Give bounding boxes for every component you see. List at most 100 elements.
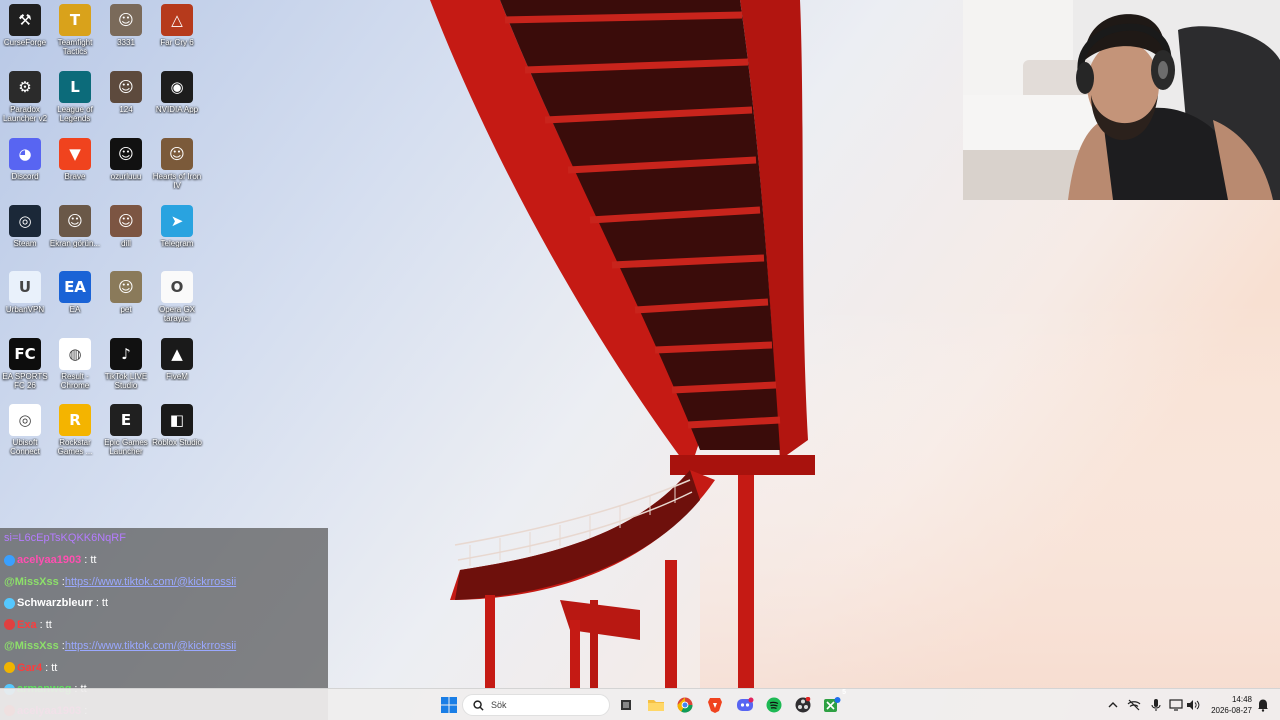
chat-badge-icon: [4, 662, 15, 673]
chat-username: @MissXss: [4, 575, 59, 588]
app-icon: ▲: [161, 338, 193, 370]
chrome-button[interactable]: [673, 693, 697, 717]
desktop-icon-label: Ekran görün...: [49, 239, 101, 248]
desktop-icon[interactable]: ◍ Result - Chrome: [50, 338, 100, 402]
chat-message-text: : tt: [45, 661, 58, 674]
chat-header-text: si=L6cEpTsKQKK6NqRF: [4, 532, 126, 544]
monitor-icon: [1169, 699, 1183, 711]
desktop-icon-label: 124: [119, 105, 133, 114]
desktop-icon[interactable]: ◕ Discord: [0, 138, 50, 202]
desktop-icon-label: CurseForge: [3, 38, 47, 47]
desktop-icon-label: Result - Chrome: [60, 372, 90, 390]
discord-button[interactable]: [733, 693, 757, 717]
search-icon: [473, 699, 484, 711]
desktop-icon[interactable]: ☺ pet: [101, 271, 151, 335]
discord-icon: [737, 697, 754, 711]
obs-button[interactable]: [791, 693, 815, 717]
app-icon: L: [59, 71, 91, 103]
app-icon: ◎: [9, 404, 41, 436]
desktop-icon[interactable]: ☺ Ekran görün...: [50, 205, 100, 269]
chat-username: Exa: [17, 618, 37, 631]
file-explorer-button[interactable]: [644, 693, 668, 717]
app-icon: ⚙: [9, 71, 41, 103]
chat-message: Exa: tt: [4, 615, 52, 635]
task-view-button[interactable]: [614, 693, 638, 717]
app-icon: ⚒: [9, 4, 41, 36]
desktop-icon[interactable]: ☺ dill: [101, 205, 151, 269]
chat-message-link[interactable]: https://www.tiktok.com/@kickrrossii: [65, 576, 236, 588]
desktop-icon[interactable]: T Teamfight Tactics: [50, 4, 100, 68]
desktop-icon[interactable]: ◎ Steam: [0, 205, 50, 269]
search-placeholder: Sök: [491, 700, 507, 710]
app-icon: ☺: [110, 138, 142, 170]
desktop-icon[interactable]: ⚙ Paradox Launcher v2: [0, 71, 50, 135]
desktop-icon[interactable]: ☺ 3331: [101, 4, 151, 68]
display-button[interactable]: [1168, 697, 1184, 713]
desktop-icon-label: FiveM: [166, 372, 188, 381]
show-hidden-icons-button[interactable]: [1105, 697, 1121, 713]
system-clock[interactable]: 14:48 2026-08-27: [1206, 694, 1252, 716]
spotify-button[interactable]: [762, 693, 786, 717]
desktop-icon-label: Rockstar Games ...: [57, 438, 93, 456]
taskbar-search-box[interactable]: Sök: [462, 694, 610, 716]
xbox-button[interactable]: 5: [820, 689, 846, 717]
desktop-icon-label: Teamfight Tactics: [57, 38, 93, 56]
desktop-icon[interactable]: EA EA: [50, 271, 100, 335]
desktop-icon[interactable]: ♪ TikTok LIVE Studio: [101, 338, 151, 402]
desktop-icon-label: Ubisoft Connect: [10, 438, 40, 456]
desktop-icon[interactable]: ▼ Brave: [50, 138, 100, 202]
microphone-button[interactable]: [1148, 697, 1164, 713]
app-icon: ◎: [9, 205, 41, 237]
desktop-icon-label: Roblox Studio: [152, 438, 202, 447]
chat-message: acelyaa1903: tt: [4, 550, 96, 570]
chat-username: acelyaa1903: [17, 554, 82, 566]
chat-message: @MissXss: https://www.tiktok.com/@kickrr…: [4, 572, 236, 592]
app-icon: T: [59, 4, 91, 36]
taskbar: Sök 5 14:48 2026-08-27: [0, 688, 1280, 720]
chat-badge-icon: [4, 554, 15, 566]
app-icon: ◧: [161, 404, 193, 436]
chat-message-link[interactable]: https://www.tiktok.com/@kickrrossii: [65, 640, 236, 652]
webcam-streamer-image: [963, 0, 1280, 200]
volume-button[interactable]: [1185, 697, 1201, 713]
app-icon: U: [9, 271, 41, 303]
desktop-icon[interactable]: ◉ NVIDIA App: [152, 71, 202, 135]
chevron-up-icon: [1108, 702, 1118, 708]
desktop-icon[interactable]: ◎ Ubisoft Connect: [0, 404, 50, 468]
app-icon: ☺: [59, 205, 91, 237]
app-icon: ▼: [59, 138, 91, 170]
desktop-icon[interactable]: ☺ ozurluuu: [101, 138, 151, 202]
app-icon: R: [59, 404, 91, 436]
brave-button[interactable]: [703, 693, 727, 717]
desktop-icon[interactable]: FC EA SPORTS FC 26: [0, 338, 50, 402]
desktop-icon-label: Discord: [11, 172, 39, 181]
notification-center-button[interactable]: [1255, 697, 1271, 713]
app-icon: ☺: [110, 271, 142, 303]
app-icon: ☺: [110, 4, 142, 36]
clock-date: 2026-08-27: [1211, 706, 1252, 715]
desktop-icon[interactable]: L League of Legends: [50, 71, 100, 135]
chat-badge-icon: [4, 619, 15, 630]
app-icon: O: [161, 271, 193, 303]
desktop-icon[interactable]: ▲ FiveM: [152, 338, 202, 402]
desktop-icon-label: TikTok LIVE Studio: [104, 372, 148, 390]
desktop-icon[interactable]: ⚒ CurseForge: [0, 4, 50, 68]
network-off-icon: [1127, 699, 1141, 711]
desktop-icon[interactable]: ☺ Hearts of Iron IV: [152, 138, 202, 202]
desktop-icon[interactable]: ☺ 124: [101, 71, 151, 135]
desktop-icon[interactable]: △ Far Cry 6: [152, 4, 202, 68]
desktop-icon[interactable]: E Epic Games Launcher: [101, 404, 151, 468]
desktop-icon[interactable]: U UrbanVPN: [0, 271, 50, 335]
network-button[interactable]: [1126, 697, 1142, 713]
desktop-icon[interactable]: ➤ Telegram: [152, 205, 202, 269]
desktop-icon[interactable]: R Rockstar Games ...: [50, 404, 100, 468]
clock-time: 14:48: [1231, 695, 1252, 704]
app-icon: FC: [9, 338, 41, 370]
desktop-icon[interactable]: O Opera GX tarayıcı: [152, 271, 202, 335]
start-button[interactable]: [437, 693, 461, 717]
desktop-icon-label: dill: [121, 239, 131, 248]
desktop-icon[interactable]: ◧ Roblox Studio: [152, 404, 202, 468]
desktop-icon-label: Brave: [64, 172, 86, 181]
chat-message-text: : tt: [95, 597, 109, 609]
desktop-icon-label: Opera GX tarayıcı: [158, 305, 195, 323]
